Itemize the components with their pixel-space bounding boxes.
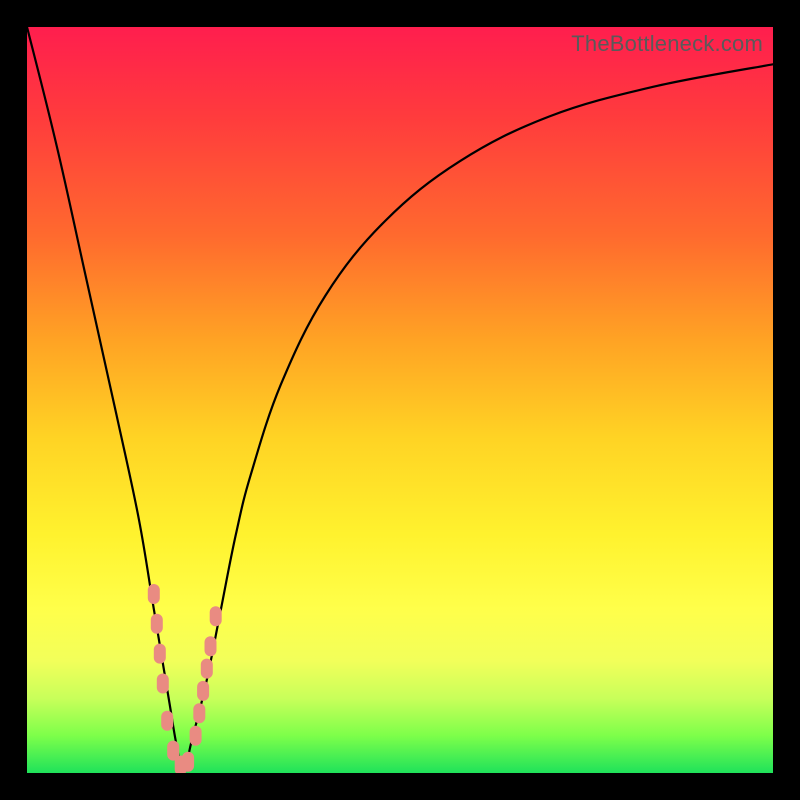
bottleneck-curve <box>27 27 773 773</box>
highlight-marker <box>154 644 166 664</box>
highlight-marker <box>197 681 209 701</box>
highlight-marker <box>201 659 213 679</box>
chart-frame: TheBottleneck.com <box>0 0 800 800</box>
highlight-markers <box>148 584 222 773</box>
highlight-marker <box>210 606 222 626</box>
highlight-marker <box>205 636 217 656</box>
highlight-marker <box>182 752 194 772</box>
plot-area: TheBottleneck.com <box>27 27 773 773</box>
highlight-marker <box>157 674 169 694</box>
curve-line <box>27 27 773 773</box>
highlight-marker <box>193 703 205 723</box>
highlight-marker <box>148 584 160 604</box>
highlight-marker <box>151 614 163 634</box>
highlight-marker <box>190 726 202 746</box>
highlight-marker <box>161 711 173 731</box>
